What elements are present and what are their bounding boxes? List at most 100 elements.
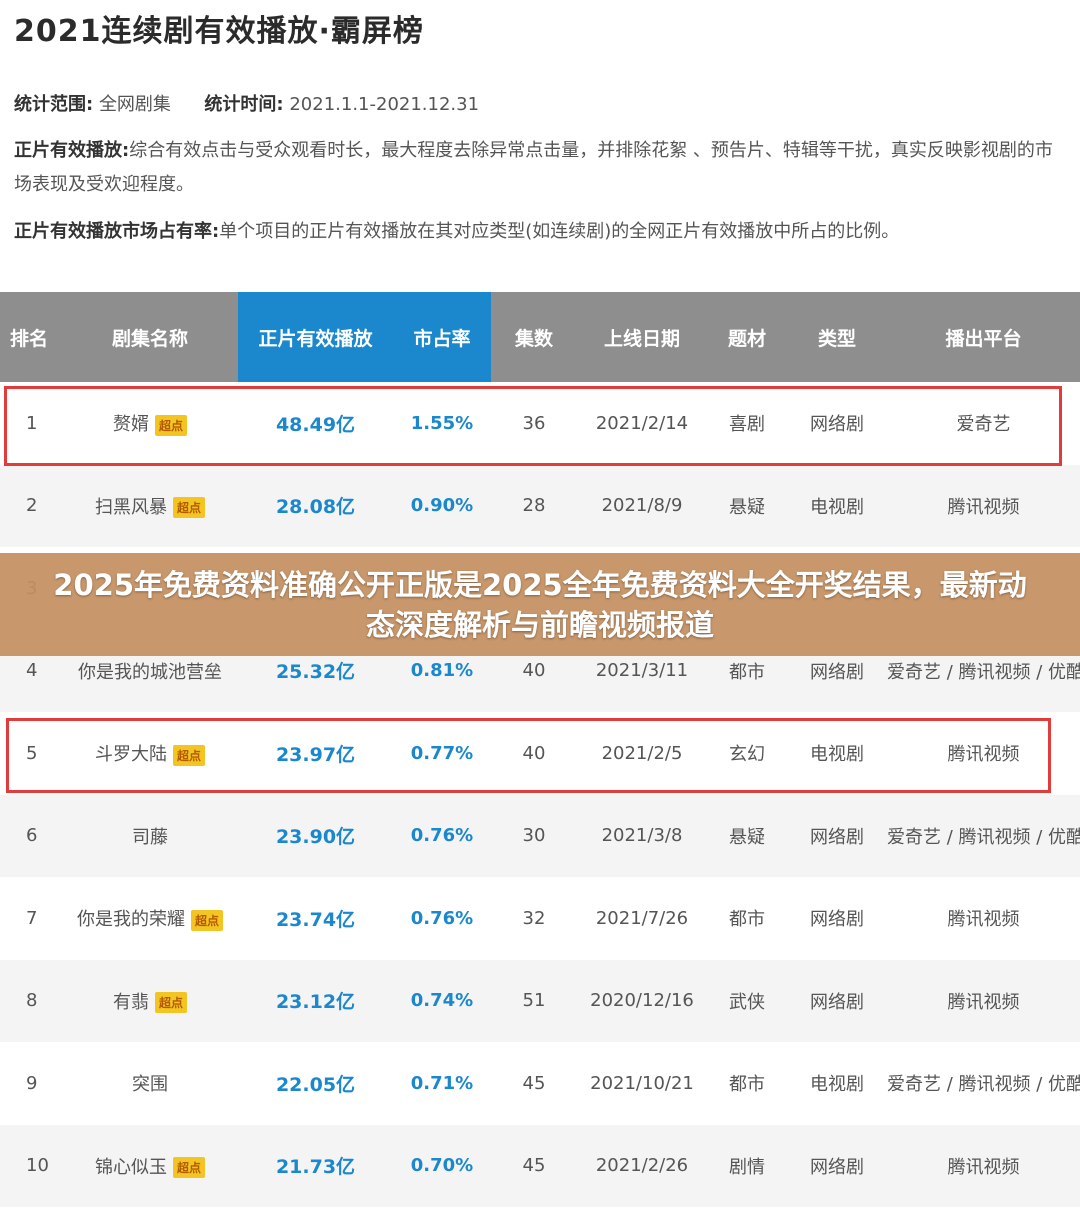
episodes-cell-text: 51 [522, 990, 546, 1012]
rank-cell-text: 4 [26, 660, 38, 682]
share-cell-text: 0.71% [410, 1072, 474, 1094]
date-cell-text: 2021/2/26 [595, 1155, 689, 1177]
name-cell: 你是我的荣耀 超点 [62, 905, 238, 931]
genre-cell-text: 悬疑 [729, 496, 765, 518]
share-cell: 0.76% [393, 825, 491, 846]
platform-cell: 爱奇艺 / 腾讯视频 / 优酷 [887, 823, 1080, 849]
platform-cell-text: 腾讯视频 [947, 496, 1020, 518]
genre-cell: 都市 [707, 905, 787, 931]
share-cell-text: 0.70% [410, 1155, 474, 1177]
genre-cell: 武侠 [707, 988, 787, 1014]
highlight-box-rank-5 [6, 718, 1051, 793]
platform-cell: 腾讯视频 [887, 1153, 1080, 1179]
banner-text: 2025年免费资料准确公开正版是2025全年免费资料大全开奖结果，最新动态深度解… [53, 567, 1027, 642]
play-cell: 21.73亿 [238, 1152, 393, 1179]
play-cell-text: 23.12亿 [275, 991, 356, 1014]
genre-cell: 都市 [707, 1070, 787, 1096]
rank-cell-text: 6 [26, 825, 38, 847]
share-cell-text: 0.81% [410, 660, 474, 682]
type-cell-text: 网络剧 [810, 661, 864, 683]
genre-cell: 剧情 [707, 1153, 787, 1179]
rank-cell-text: 8 [26, 990, 38, 1012]
platform-cell-text: 腾讯视频 [947, 991, 1020, 1013]
name-cell-text: 有翡 [112, 991, 149, 1013]
share-cell-text: 0.90% [410, 495, 474, 517]
name-cell-text: 扫黑风暴 [94, 496, 167, 518]
episodes-cell: 40 [491, 660, 577, 681]
badge-label: 超点 [154, 992, 187, 1014]
platform-cell: 爱奇艺 / 腾讯视频 / 优酷 [887, 658, 1080, 684]
table-row: 7 你是我的荣耀 超点 23.74亿 0.76% 32 2021/7/26 都市 网络剧 腾讯视频 [0, 877, 1080, 960]
name-cell: 你是我的城池营垒 [62, 658, 238, 684]
rank-cell-text: 10 [26, 1155, 49, 1177]
date-cell: 2021/8/9 [577, 495, 707, 516]
name-cell-text: 锦心似玉 [94, 1156, 167, 1178]
rank-cell-text: 9 [26, 1072, 38, 1094]
name-cell: 扫黑风暴 超点 [62, 493, 238, 519]
scope-value: 全网剧集 [98, 94, 171, 115]
name-cell: 司藤 [62, 823, 238, 849]
play-cell: 23.90亿 [238, 822, 393, 849]
type-cell-text: 网络剧 [810, 909, 864, 931]
genre-cell-text: 都市 [729, 1074, 765, 1096]
highlight-box-rank-1 [4, 386, 1062, 466]
episodes-cell-text: 28 [522, 495, 546, 517]
header-play: 正片有效播放 [238, 292, 393, 382]
play-cell-text: 23.90亿 [275, 826, 356, 849]
play-cell-text: 25.32亿 [275, 661, 356, 684]
share-definition: 正片有效播放市场占有率:单个项目的正片有效播放在其对应类型(如连续剧)的全网正片… [14, 215, 1060, 249]
episodes-cell: 28 [491, 495, 577, 516]
time-label: 统计时间: [204, 94, 284, 115]
rank-cell: 10 [0, 1155, 62, 1176]
genre-cell-text: 都市 [729, 661, 765, 683]
date-cell: 2021/10/21 [577, 1073, 707, 1094]
header-platform: 播出平台 [945, 327, 1022, 350]
episodes-cell: 32 [491, 908, 577, 929]
type-cell: 网络剧 [787, 988, 887, 1014]
platform-cell-text: 腾讯视频 [947, 1156, 1020, 1178]
scope-label: 统计范围: [14, 94, 94, 115]
header-episodes: 集数 [514, 327, 553, 350]
date-cell: 2021/7/26 [577, 908, 707, 929]
name-cell-text: 你是我的荣耀 [76, 909, 185, 931]
header-share: 市占率 [393, 292, 491, 382]
share-cell-text: 0.76% [410, 907, 474, 929]
genre-cell-text: 都市 [729, 909, 765, 931]
type-cell: 网络剧 [787, 905, 887, 931]
badge-label: 超点 [190, 909, 223, 931]
rank-cell: 2 [0, 495, 62, 516]
episodes-cell-text: 45 [522, 1155, 546, 1177]
type-cell: 电视剧 [787, 1070, 887, 1096]
rank-cell: 8 [0, 990, 62, 1011]
play-cell: 25.32亿 [238, 657, 393, 684]
date-cell: 2021/3/11 [577, 660, 707, 681]
type-cell: 网络剧 [787, 1153, 887, 1179]
play-label: 正片有效播放: [14, 140, 130, 161]
play-cell: 22.05亿 [238, 1070, 393, 1097]
date-cell-text: 2020/12/16 [590, 990, 694, 1012]
play-cell: 23.12亿 [238, 987, 393, 1014]
platform-cell: 腾讯视频 [887, 493, 1080, 519]
header-name: 剧集名称 [111, 327, 188, 350]
episodes-cell: 30 [491, 825, 577, 846]
table-body: 1 赘婿 超点 48.49亿 1.55% 36 2021/2/14 喜剧 网络剧 爱奇艺 2 扫黑风暴… [0, 382, 1080, 1207]
type-cell-text: 电视剧 [810, 496, 864, 518]
platform-cell: 爱奇艺 / 腾讯视频 / 优酷 [887, 1070, 1080, 1096]
type-cell: 电视剧 [787, 493, 887, 519]
play-definition: 正片有效播放:综合有效点击与受众观看时长，最大程度去除异常点击量，并排除花絮 、… [14, 134, 1060, 202]
rank-cell: 4 [0, 660, 62, 681]
episodes-cell-text: 45 [522, 1072, 546, 1094]
overlay-banner[interactable]: 2025年免费资料准确公开正版是2025全年免费资料大全开奖结果，最新动态深度解… [0, 553, 1080, 656]
name-cell-text: 司藤 [132, 826, 168, 848]
badge-label: 超点 [172, 497, 205, 519]
share-cell: 0.90% [393, 495, 491, 516]
share-cell: 0.70% [393, 1155, 491, 1176]
share-desc: 单个项目的正片有效播放在其对应类型(如连续剧)的全网正片有效播放中所占的比例。 [219, 221, 900, 242]
episodes-cell: 45 [491, 1155, 577, 1176]
date-cell: 2021/2/26 [577, 1155, 707, 1176]
time-value: 2021.1.1-2021.12.31 [289, 94, 480, 115]
platform-cell-text: 爱奇艺 / 腾讯视频 / 优酷 [887, 661, 1080, 683]
play-cell-text: 28.08亿 [275, 496, 356, 519]
table-row: 8 有翡 超点 23.12亿 0.74% 51 2020/12/16 武侠 网络剧 腾讯视频 [0, 959, 1080, 1042]
table-row: 9 突围 22.05亿 0.71% 45 2021/10/21 都市 电视剧 爱奇艺 / 腾讯视… [0, 1042, 1080, 1125]
